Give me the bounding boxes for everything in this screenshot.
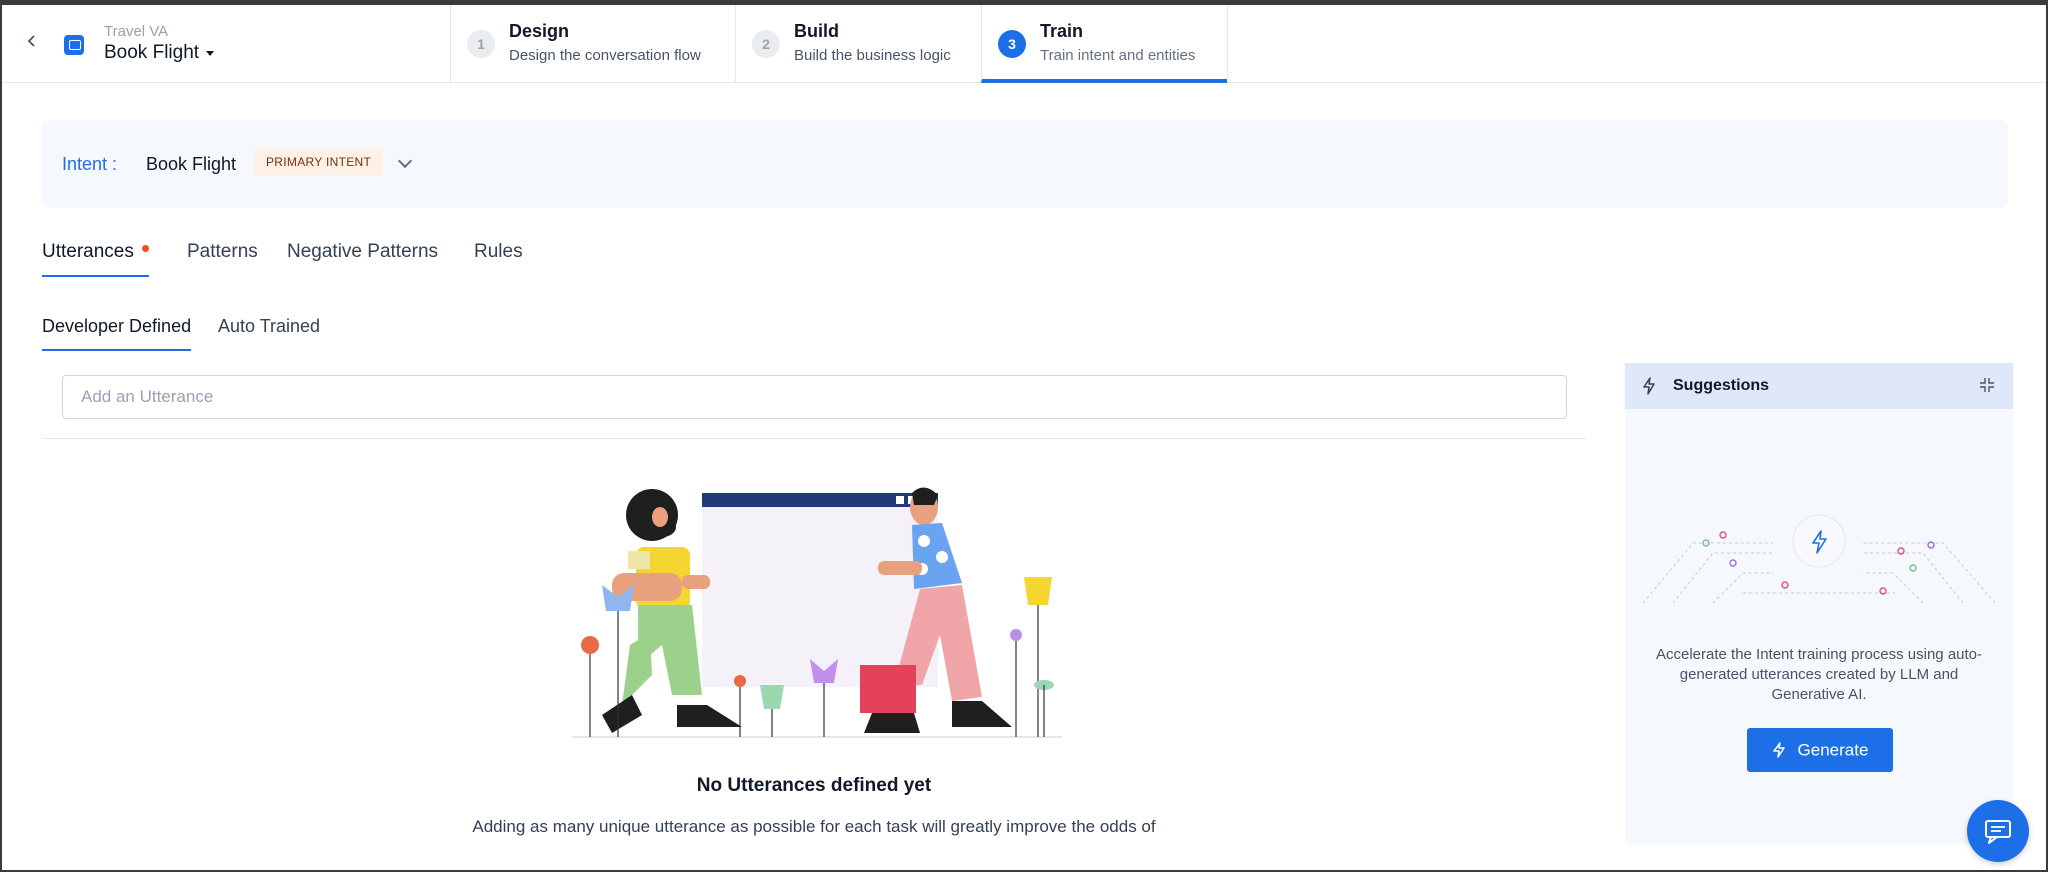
tab-patterns[interactable]: Patterns bbox=[187, 241, 258, 275]
step-description: Train intent and entities bbox=[1040, 47, 1196, 64]
empty-state-title: No Utterances defined yet bbox=[696, 775, 932, 796]
step-number: 2 bbox=[752, 30, 780, 58]
app-subtitle: Travel VA bbox=[104, 23, 169, 40]
collapse-icon[interactable] bbox=[1979, 377, 1995, 393]
subtab-developer-defined[interactable]: Developer Defined bbox=[42, 316, 192, 351]
step-build[interactable]: 2 Build Build the business logic bbox=[735, 5, 981, 83]
intent-name: Book Flight bbox=[146, 154, 237, 174]
tab-rules[interactable]: Rules bbox=[474, 241, 523, 275]
app-window: Travel VA Book Flight 1 Design Design th… bbox=[0, 0, 2048, 872]
divider bbox=[42, 438, 1586, 439]
ai-network-illustration bbox=[1643, 514, 1995, 604]
tab-negative-patterns[interactable]: Negative Patterns bbox=[287, 241, 438, 275]
tab-label: Utterances bbox=[42, 241, 134, 262]
bolt-icon bbox=[1772, 740, 1786, 760]
step-title: Train bbox=[1040, 21, 1084, 41]
primary-intent-badge: PRIMARY INTENT bbox=[254, 148, 384, 176]
utterance-input[interactable] bbox=[62, 375, 1567, 419]
caret-down-icon[interactable] bbox=[206, 51, 214, 56]
bot-icon bbox=[64, 35, 84, 55]
bolt-icon bbox=[1641, 377, 1657, 395]
suggestions-header: Suggestions bbox=[1625, 363, 2013, 409]
step-title: Build bbox=[794, 21, 839, 41]
step-divider bbox=[1227, 5, 1228, 83]
chat-icon[interactable] bbox=[1967, 800, 2029, 862]
suggestions-panel: Suggestions Accelerate the Intent traini… bbox=[1625, 363, 2013, 845]
empty-state-illustration bbox=[572, 487, 1062, 738]
dialog-selector[interactable]: Book Flight bbox=[104, 42, 199, 64]
step-number: 1 bbox=[467, 30, 495, 58]
unsaved-indicator-dot bbox=[141, 245, 149, 253]
chevron-down-icon[interactable] bbox=[397, 153, 413, 169]
suggestions-title: Suggestions bbox=[1673, 377, 1770, 394]
generate-button[interactable]: Generate bbox=[1747, 728, 1893, 772]
generate-label: Generate bbox=[1797, 740, 1869, 760]
tab-utterances[interactable]: Utterances bbox=[42, 241, 149, 277]
intent-bar: Intent : Book Flight PRIMARY INTENT bbox=[42, 120, 2008, 208]
suggestions-description: Accelerate the Intent training process u… bbox=[1655, 646, 1983, 703]
intent-label: Intent : bbox=[62, 154, 118, 174]
step-title: Design bbox=[509, 21, 570, 41]
step-train[interactable]: 3 Train Train intent and entities bbox=[981, 5, 1227, 83]
back-chevron-icon[interactable] bbox=[24, 33, 40, 49]
subtab-auto-trained[interactable]: Auto Trained bbox=[218, 316, 320, 349]
step-number: 3 bbox=[998, 30, 1026, 58]
top-header: Travel VA Book Flight 1 Design Design th… bbox=[2, 5, 2046, 83]
step-description: Design the conversation flow bbox=[509, 47, 701, 64]
empty-state-description: Adding as many unique utterance as possi… bbox=[472, 817, 1156, 836]
step-description: Build the business logic bbox=[794, 47, 951, 64]
step-design[interactable]: 1 Design Design the conversation flow bbox=[450, 5, 732, 83]
